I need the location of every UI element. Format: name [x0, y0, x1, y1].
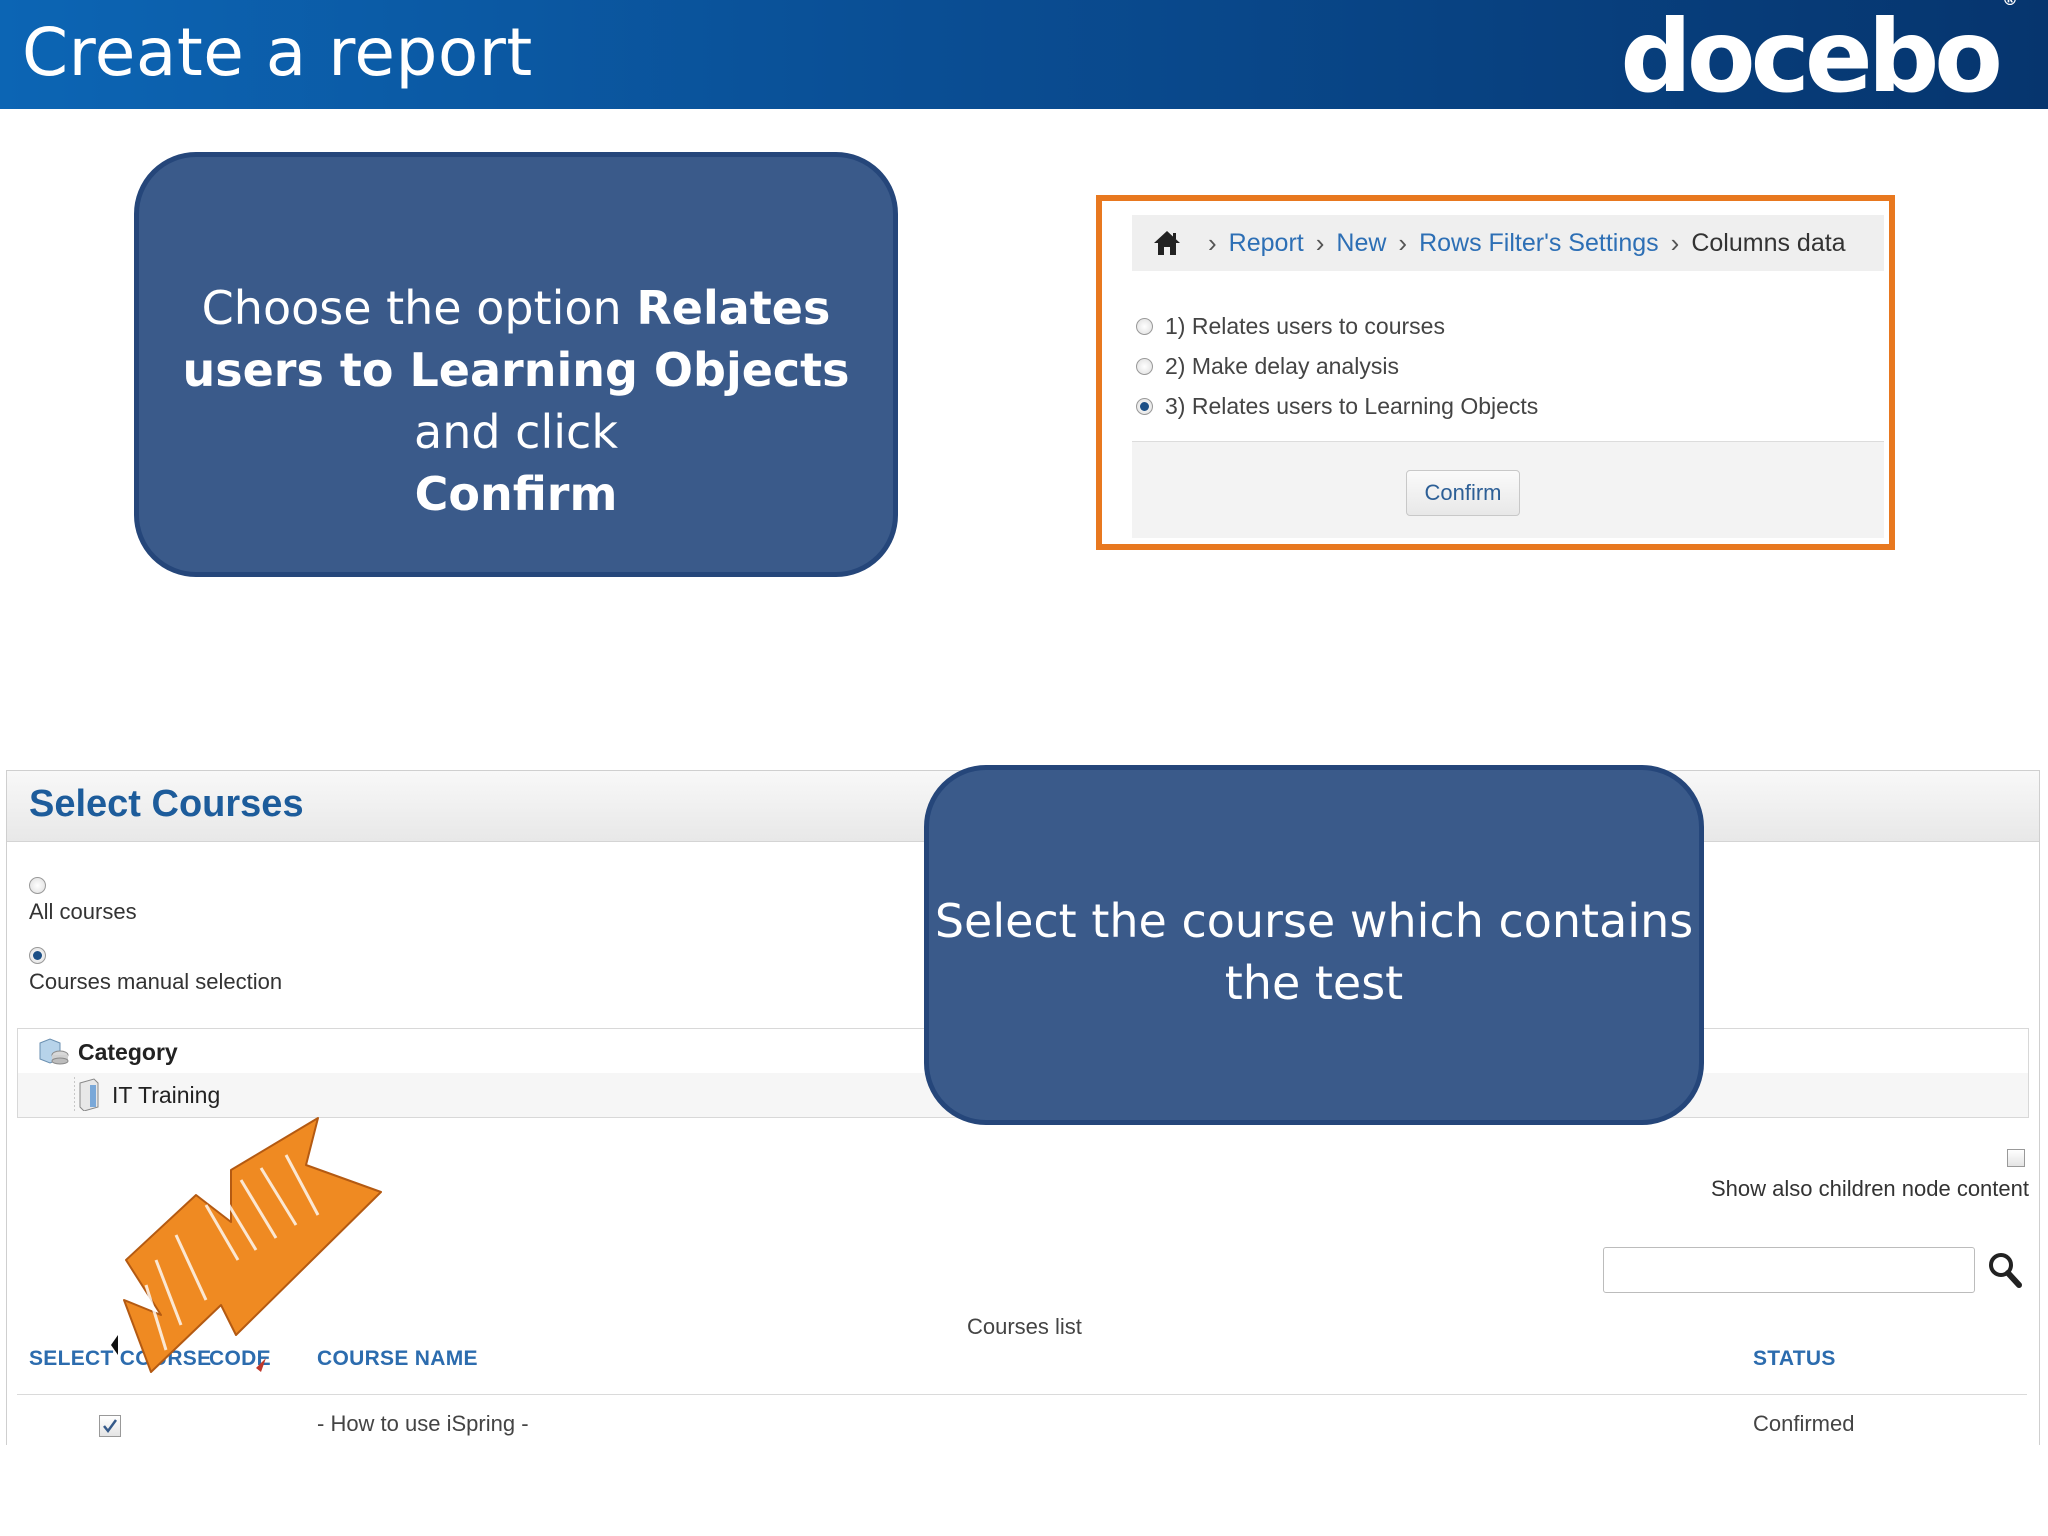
confirm-button[interactable]: Confirm [1406, 470, 1520, 516]
option-relates-users-courses[interactable]: 1) Relates users to courses [1136, 313, 1445, 340]
dialog-button-bar: Confirm [1132, 441, 1884, 538]
row-status: Confirmed [1753, 1411, 1855, 1436]
row-select-checkbox[interactable] [99, 1415, 121, 1437]
show-children-label: Show also children node content [1711, 1176, 2029, 1201]
tree-child-it-training[interactable]: IT Training [112, 1082, 220, 1109]
breadcrumb-separator: › [1398, 227, 1408, 258]
callout-text-prefix: Choose the option [201, 281, 637, 335]
radio-manual-selection[interactable] [29, 947, 46, 964]
option-relates-users-lo[interactable]: 3) Relates users to Learning Objects [1136, 393, 1538, 420]
category-icon [39, 1038, 69, 1065]
breadcrumb: › Report › New › Rows Filter's Settings … [1132, 215, 1884, 271]
tree-root-category[interactable]: Category [78, 1039, 178, 1066]
breadcrumb-separator: › [1670, 227, 1680, 258]
home-icon[interactable] [1152, 228, 1182, 258]
report-type-dialog: › Report › New › Rows Filter's Settings … [1096, 195, 1895, 550]
folder-icon [74, 1077, 99, 1111]
breadcrumb-rows-filter[interactable]: Rows Filter's Settings [1419, 229, 1659, 258]
show-children-checkbox[interactable] [2007, 1149, 2025, 1167]
all-courses-label: All courses [29, 899, 137, 924]
callout-bold-confirm: Confirm [414, 467, 618, 521]
breadcrumb-separator: › [1315, 227, 1325, 258]
radio-all-courses[interactable] [29, 877, 46, 894]
slide-header: Create a report docebo® [0, 0, 2048, 115]
table-header-divider [17, 1394, 2027, 1395]
option-label: 1) Relates users to courses [1165, 313, 1445, 339]
radio-relates-users-lo[interactable] [1136, 398, 1153, 415]
logo-text: docebo [1620, 0, 2003, 115]
manual-selection-label: Courses manual selection [29, 969, 283, 994]
panel-title: Select Courses [29, 783, 304, 825]
courses-list-caption: Courses list [967, 1314, 1082, 1339]
radio-relates-users-courses[interactable] [1136, 318, 1153, 335]
slide-title: Create a report [22, 14, 533, 91]
breadcrumb-new[interactable]: New [1336, 229, 1386, 258]
logo-registered-mark: ® [2002, 0, 2018, 9]
instruction-callout-bottom: Select the course which contains the tes… [924, 765, 1704, 1125]
breadcrumb-separator: › [1208, 227, 1217, 258]
search-icon[interactable] [1987, 1251, 2023, 1289]
instruction-callout-top: Choose the option Relates users to Learn… [134, 152, 898, 577]
col-status[interactable]: STATUS [1753, 1347, 1836, 1371]
option-label: 2) Make delay analysis [1165, 353, 1399, 379]
breadcrumb-report[interactable]: Report [1229, 229, 1304, 258]
callout-text: Select the course which contains the tes… [934, 894, 1694, 1010]
callout-text-mid: and click [414, 405, 618, 459]
option-label: 3) Relates users to Learning Objects [1165, 393, 1539, 419]
hand-drawn-arrow-icon [111, 1117, 382, 1373]
courses-search-input[interactable] [1603, 1247, 1975, 1293]
option-delay-analysis[interactable]: 2) Make delay analysis [1136, 353, 1399, 380]
breadcrumb-current: Columns data [1691, 228, 1846, 257]
radio-delay-analysis[interactable] [1136, 358, 1153, 375]
docebo-logo: docebo® [1620, 0, 2018, 115]
row-course-name: - How to use iSpring - [317, 1411, 529, 1436]
